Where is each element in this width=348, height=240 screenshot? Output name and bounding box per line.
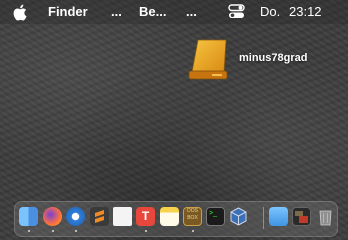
control-center-icon[interactable] <box>228 4 245 19</box>
running-indicator <box>75 230 77 232</box>
sublime-text-icon[interactable] <box>90 207 109 226</box>
apple-icon[interactable] <box>13 4 27 21</box>
downloads-folder-icon[interactable] <box>269 207 288 226</box>
running-indicator <box>145 230 147 232</box>
dock: T DOS BOX >_ <box>14 201 338 237</box>
virtualbox-icon[interactable] <box>229 207 248 226</box>
typora-icon[interactable]: T <box>136 207 155 226</box>
dock-separator <box>263 207 264 229</box>
thunderbird-icon[interactable] <box>66 207 85 226</box>
app-menu-finder[interactable]: Finder <box>48 4 88 20</box>
screenshot-preview-icon[interactable] <box>292 207 311 226</box>
menu-item-overflow-1[interactable]: ... <box>111 4 122 20</box>
running-indicator <box>192 230 194 232</box>
drive-label[interactable]: minus78grad <box>239 52 307 64</box>
clock-day[interactable]: Do. <box>260 4 280 20</box>
text-document-icon[interactable] <box>113 207 132 226</box>
menu-bar: Finder ... Be... ... Do. 23:12 <box>0 0 348 24</box>
running-indicator <box>52 230 54 232</box>
trash-icon[interactable] <box>316 207 335 226</box>
dosbox-icon[interactable]: DOS BOX <box>183 207 202 226</box>
menu-item-overflow-2[interactable]: ... <box>186 4 197 20</box>
running-indicator <box>28 230 30 232</box>
notes-icon[interactable] <box>160 207 179 226</box>
menu-item-be[interactable]: Be... <box>139 4 166 20</box>
firefox-icon[interactable] <box>43 207 62 226</box>
external-drive-icon[interactable] <box>186 38 232 82</box>
finder-icon[interactable] <box>19 207 38 226</box>
clock-time[interactable]: 23:12 <box>289 4 322 20</box>
terminal-icon[interactable]: >_ <box>206 207 225 226</box>
